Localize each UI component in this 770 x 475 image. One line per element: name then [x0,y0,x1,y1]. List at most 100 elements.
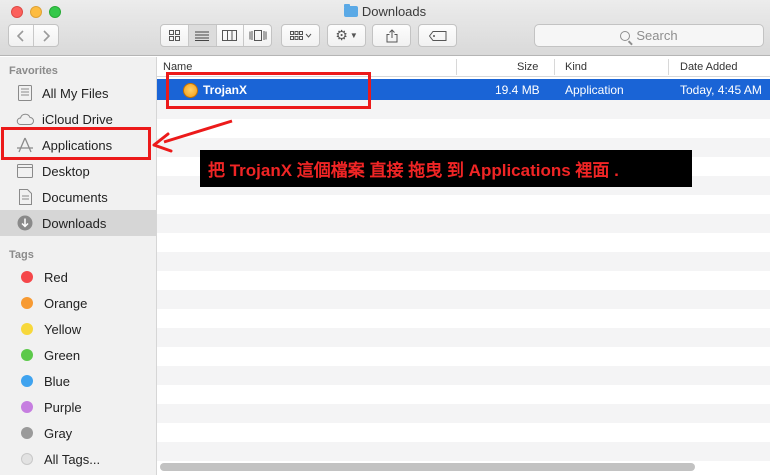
sidebar-item-label: Documents [42,189,108,205]
orange-tag-dot-icon [21,297,33,309]
empty-row [157,347,770,366]
column-header-date-added[interactable]: Date Added [680,61,738,73]
empty-row [157,404,770,423]
title-bar: Downloads ⚙ ▼ Search [0,0,770,56]
back-button[interactable] [9,25,34,46]
view-mode-control [160,24,272,47]
column-view-button[interactable] [217,25,245,46]
list-view-button[interactable] [188,25,217,46]
file-kind: Application [565,83,624,97]
action-button[interactable]: ⚙ ▼ [327,24,366,47]
chevron-right-icon [43,29,50,42]
sidebar-item-label: Downloads [42,215,107,231]
desktop-icon [16,162,34,180]
sidebar-tag-green[interactable]: Green [0,342,156,368]
tag-label: Gray [44,425,73,441]
downloads-folder-icon [343,4,358,17]
tag-label: All Tags... [44,451,101,467]
chevron-down-icon: ▼ [349,31,358,40]
list-icon [195,31,210,41]
file-list: Name Size Kind Date Added TrojanX 19.4 M… [157,57,770,475]
empty-row [157,195,770,214]
sidebar-tag-gray[interactable]: Gray [0,420,156,446]
empty-row [157,252,770,271]
empty-row [157,233,770,252]
empty-row [157,328,770,347]
sidebar-item-all-my-files[interactable]: All My Files [0,80,156,106]
search-icon [620,30,631,41]
grid-icon [168,30,180,41]
empty-row [157,366,770,385]
instruction-banner: 把 TrojanX 這個檔案 直接 拖曳 到 Applications 裡面 . [200,150,692,187]
empty-row [157,271,770,290]
downloads-icon [16,214,34,232]
instruction-text: 把 TrojanX 這個檔案 直接 拖曳 到 Applications 裡面 . [208,161,619,180]
cloud-icon [16,110,34,128]
window-title-text: Downloads [361,4,427,19]
tag-label: Red [44,269,68,285]
window-title: Downloads [0,4,770,19]
sidebar-tag-yellow[interactable]: Yellow [0,316,156,342]
favorites-header: Favorites [9,65,58,77]
share-button[interactable] [372,24,411,47]
empty-row [157,309,770,328]
all-tags-dot-icon [21,453,33,465]
sidebar-item-downloads[interactable]: Downloads [0,210,156,236]
gear-icon: ⚙ [335,27,348,43]
search-field[interactable]: Search [534,24,764,47]
back-forward-control [8,24,59,47]
icon-view-button[interactable] [161,25,189,46]
sidebar: Favorites All My Files iCloud Drive Appl… [0,57,157,475]
cover-flow-button[interactable] [244,25,271,46]
sidebar-item-documents[interactable]: Documents [0,184,156,210]
empty-row [157,385,770,404]
sidebar-item-desktop[interactable]: Desktop [0,158,156,184]
share-icon [386,28,397,42]
tag-icon [428,30,446,41]
sidebar-item-label: iCloud Drive [42,111,113,127]
arrange-grid-icon [289,30,311,40]
sidebar-item-label: Desktop [42,163,90,179]
sidebar-tag-blue[interactable]: Blue [0,368,156,394]
documents-icon [16,188,34,206]
column-header-kind[interactable]: Kind [565,61,587,73]
all-files-icon [16,84,34,102]
sidebar-tag-red[interactable]: Red [0,264,156,290]
empty-row [157,423,770,442]
tag-label: Purple [44,399,82,415]
edit-tags-button[interactable] [418,24,457,47]
gray-tag-dot-icon [21,427,33,439]
arrange-button[interactable] [281,24,320,47]
tag-label: Green [44,347,81,363]
empty-row [157,442,770,461]
purple-tag-dot-icon [21,401,33,413]
column-header-size[interactable]: Size [517,61,538,73]
file-date-added: Today, 4:45 AM [680,83,762,97]
tag-label: Orange [44,295,88,311]
highlight-box-trojanx [166,72,371,109]
search-placeholder: Search [636,28,678,43]
empty-row [157,119,770,138]
cover-flow-icon [249,30,267,41]
columns-icon [222,30,238,41]
column-divider[interactable] [554,59,555,75]
tag-label: Blue [44,373,71,389]
highlight-box-applications [1,127,151,160]
sidebar-tag-orange[interactable]: Orange [0,290,156,316]
column-divider[interactable] [668,59,669,75]
empty-row [157,290,770,309]
green-tag-dot-icon [21,349,33,361]
column-divider[interactable] [456,59,457,75]
horizontal-scrollbar[interactable] [160,463,695,471]
sidebar-item-label: All My Files [42,85,109,101]
tag-label: Yellow [44,321,82,337]
file-size: 19.4 MB [495,83,540,97]
chevron-left-icon [17,29,24,42]
sidebar-tag-purple[interactable]: Purple [0,394,156,420]
forward-button[interactable] [34,25,58,46]
sidebar-tag-all-tags[interactable]: All Tags... [0,446,156,472]
red-tag-dot-icon [21,271,33,283]
empty-row [157,214,770,233]
blue-tag-dot-icon [21,375,33,387]
yellow-tag-dot-icon [21,323,33,335]
